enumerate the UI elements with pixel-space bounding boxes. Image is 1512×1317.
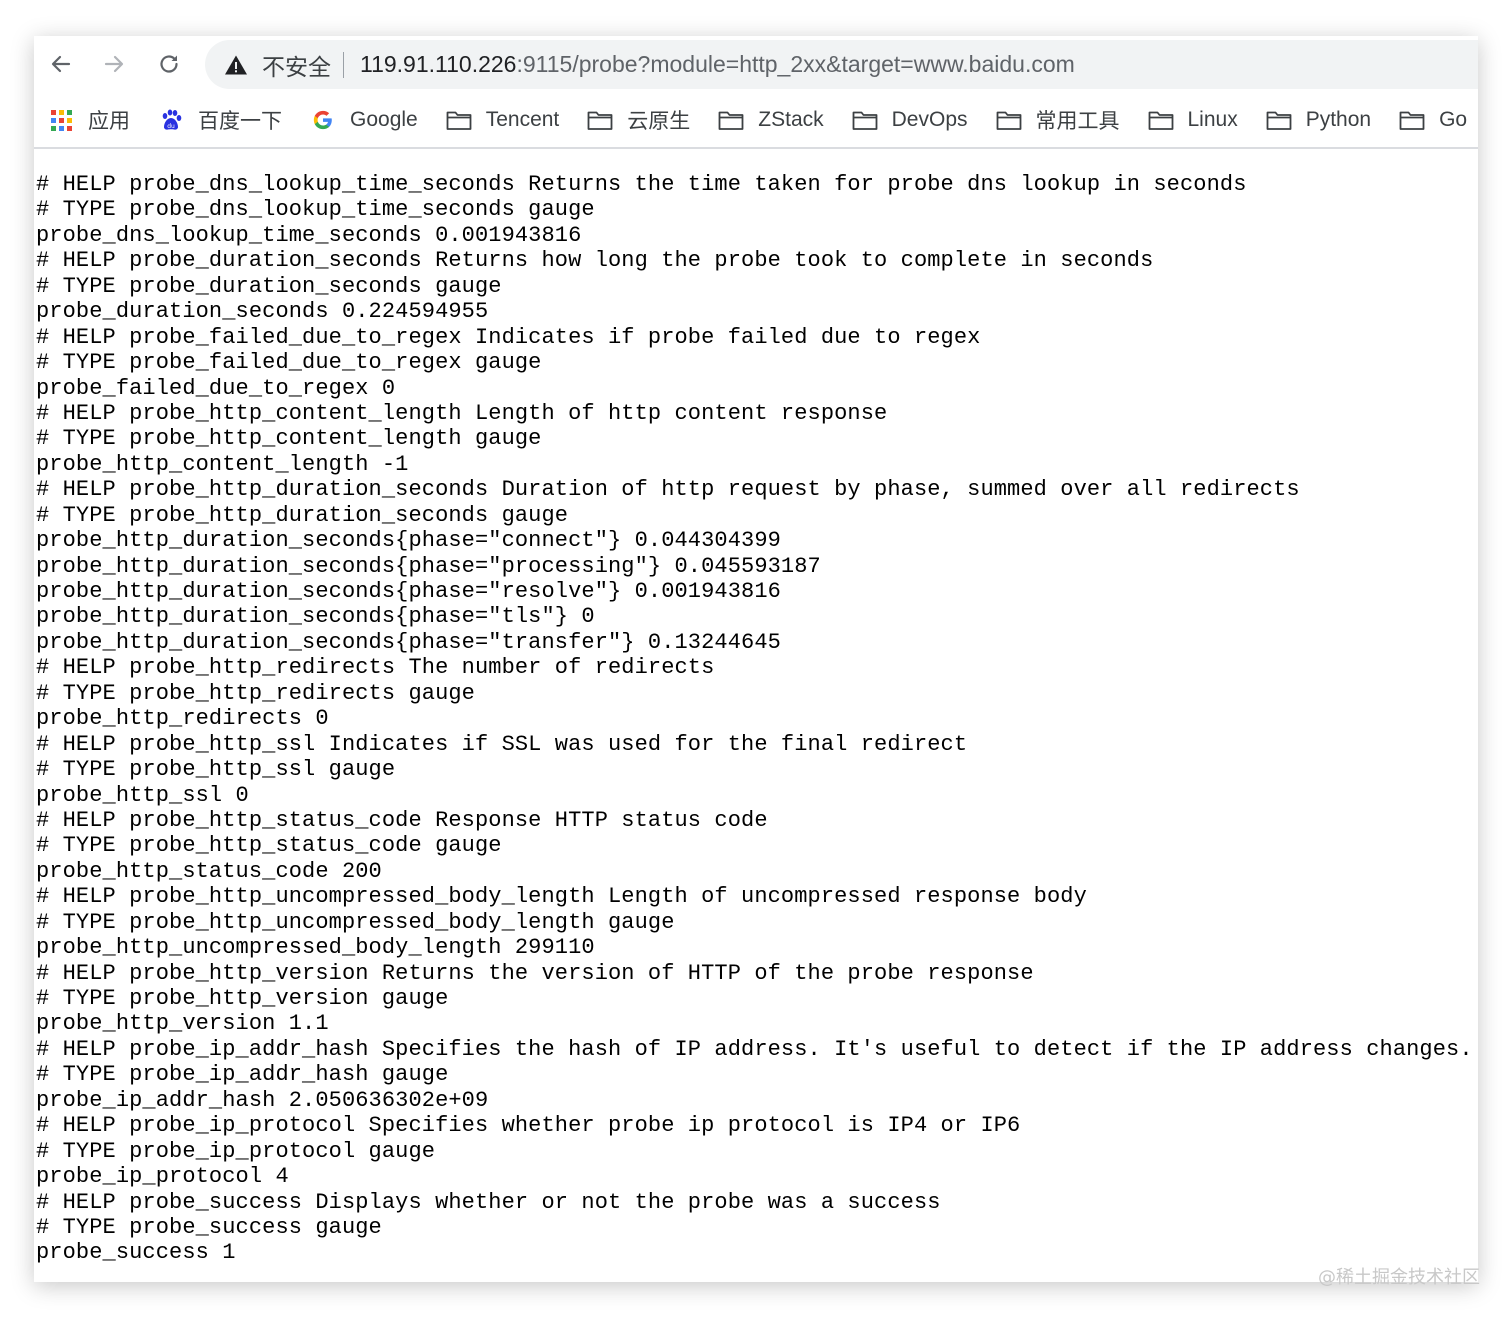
metric-line: probe_http_duration_seconds{phase="proce… — [36, 553, 821, 579]
folder-icon — [852, 109, 878, 131]
browser-window: 不安全 119.91.110.226:9115/probe?module=htt… — [34, 36, 1478, 1282]
bookmark-item[interactable]: ZStack — [704, 100, 837, 140]
warning-triangle-icon — [224, 53, 248, 77]
baidu-paw-icon: du — [158, 109, 184, 131]
bookmark-item[interactable]: Google — [296, 100, 432, 140]
back-button[interactable] — [43, 46, 79, 82]
bookmark-label: 云原生 — [627, 110, 691, 133]
metric-line: # TYPE probe_duration_seconds gauge — [36, 273, 502, 299]
metric-line: # TYPE probe_http_version gauge — [36, 986, 449, 1011]
metric-line: probe_http_content_length -1 — [36, 451, 409, 477]
metric-line: # HELP probe_http_duration_seconds Durat… — [36, 477, 1300, 503]
bookmark-label: Python — [1305, 108, 1372, 131]
bookmark-item[interactable]: DevOps — [838, 100, 982, 140]
metric-line: # TYPE probe_ip_addr_hash gauge — [36, 1062, 449, 1088]
bookmark-item[interactable]: Linux — [1134, 100, 1252, 140]
bookmark-label: ZStack — [758, 108, 824, 131]
metric-line: # HELP probe_http_uncompressed_body_leng… — [36, 884, 1087, 910]
address-bar[interactable]: 不安全 119.91.110.226:9115/probe?module=htt… — [205, 40, 1478, 89]
metric-line: probe_http_redirects 0 — [36, 706, 329, 732]
metric-line: # TYPE probe_http_ssl gauge — [36, 757, 396, 783]
reload-icon — [160, 55, 178, 73]
bookmark-item[interactable]: du 百度一下 — [144, 100, 296, 140]
folder-icon — [1399, 109, 1425, 131]
address-divider — [343, 51, 344, 78]
metric-line: # TYPE probe_http_status_code gauge — [36, 833, 502, 859]
metric-line: # TYPE probe_http_uncompressed_body_leng… — [36, 909, 675, 935]
bookmark-item[interactable]: Go — [1385, 100, 1478, 140]
metric-line: # HELP probe_http_ssl Indicates if SSL w… — [36, 731, 968, 757]
google-g-icon — [310, 109, 336, 131]
bookmark-label: Tencent — [485, 108, 560, 131]
folder-icon — [1148, 109, 1174, 131]
svg-text:du: du — [167, 123, 175, 130]
forward-button[interactable] — [96, 46, 132, 82]
metric-line: probe_failed_due_to_regex 0 — [36, 375, 396, 401]
bookmark-label: Google — [350, 108, 418, 131]
bookmark-label: 常用工具 — [1035, 110, 1120, 133]
folder-icon — [587, 109, 613, 131]
metric-line: # HELP probe_success Displays whether or… — [36, 1189, 941, 1215]
metric-line: # HELP probe_http_content_length Length … — [36, 400, 888, 426]
bookmark-label: Linux — [1187, 108, 1238, 131]
browser-toolbar: 不安全 119.91.110.226:9115/probe?module=htt… — [34, 36, 1478, 93]
bookmark-item[interactable]: 常用工具 — [982, 100, 1134, 140]
apps-grid-icon — [48, 109, 74, 131]
metric-line: # TYPE probe_http_redirects gauge — [36, 680, 475, 706]
metric-line: probe_http_duration_seconds{phase="trans… — [36, 629, 781, 655]
bookmark-label: 百度一下 — [198, 110, 282, 133]
url-host: 119.91.110.226 — [360, 51, 517, 77]
metric-line: probe_http_duration_seconds{phase="conne… — [36, 528, 781, 554]
metric-line: probe_http_version 1.1 — [36, 1011, 329, 1037]
metric-line: # HELP probe_http_version Returns the ve… — [36, 960, 1034, 986]
back-arrow-icon — [51, 55, 71, 73]
metric-line: probe_http_uncompressed_body_length 2991… — [36, 935, 595, 961]
bookmark-item[interactable]: Tencent — [432, 100, 574, 140]
forward-arrow-icon — [104, 55, 124, 73]
folder-icon — [718, 109, 744, 131]
url-text[interactable]: 119.91.110.226:9115/probe?module=http_2x… — [360, 51, 1075, 78]
metric-line: probe_ip_protocol 4 — [36, 1164, 289, 1190]
metric-line: # HELP probe_duration_seconds Returns ho… — [36, 248, 1154, 274]
reload-button[interactable] — [151, 46, 187, 82]
metric-line: # HELP probe_failed_due_to_regex Indicat… — [36, 324, 981, 350]
metric-line: # TYPE probe_success gauge — [36, 1214, 382, 1240]
bookmark-item[interactable]: 云原生 — [573, 100, 704, 140]
bookmark-item[interactable]: 应用 — [34, 100, 144, 140]
security-label[interactable]: 不安全 — [262, 48, 331, 82]
metric-line: probe_http_duration_seconds{phase="resol… — [36, 579, 781, 604]
metric-line: # HELP probe_http_status_code Response H… — [36, 807, 768, 833]
metric-line: probe_duration_seconds 0.224594955 — [36, 299, 489, 325]
watermark-text: @稀土掘金技术社区 — [1318, 1267, 1480, 1288]
folder-icon — [996, 109, 1022, 131]
metric-line: # TYPE probe_failed_due_to_regex gauge — [36, 350, 542, 376]
url-path: :9115/probe?module=http_2xx&target=www.b… — [516, 51, 1075, 77]
metric-line: probe_http_status_code 200 — [36, 858, 382, 884]
bookmarks-bar: 应用 du 百度一下 Google Tencent 云原生 ZStack DevOps 常用工具… — [34, 93, 1478, 147]
toolbar-divider — [34, 147, 1478, 149]
metric-line: # HELP probe_ip_protocol Specifies wheth… — [36, 1113, 1021, 1139]
metric-line: # HELP probe_dns_lookup_time_seconds Ret… — [36, 172, 1247, 197]
bookmark-item[interactable]: Python — [1252, 100, 1385, 140]
page-content-text: # HELP probe_dns_lookup_time_seconds Ret… — [36, 172, 1478, 1266]
metric-line: # TYPE probe_dns_lookup_time_seconds gau… — [36, 197, 595, 223]
metric-line: probe_dns_lookup_time_seconds 0.00194381… — [36, 222, 582, 248]
metric-line: probe_ip_addr_hash 2.050636302e+09 — [36, 1087, 489, 1113]
metric-line: probe_http_ssl 0 — [36, 782, 249, 808]
metric-line: # TYPE probe_http_content_length gauge — [36, 426, 542, 452]
bookmark-label: 应用 — [88, 110, 130, 133]
folder-icon — [446, 109, 472, 131]
metric-line: # HELP probe_ip_addr_hash Specifies the … — [36, 1036, 1473, 1062]
metric-line: probe_http_duration_seconds{phase="tls"}… — [36, 604, 595, 630]
bookmark-label: DevOps — [891, 108, 968, 131]
metric-line: # HELP probe_http_redirects The number o… — [36, 655, 715, 681]
metric-line: # TYPE probe_ip_protocol gauge — [36, 1138, 436, 1164]
bookmark-label: Go — [1439, 108, 1468, 131]
folder-icon — [1266, 109, 1292, 131]
metric-line: probe_success 1 — [36, 1240, 236, 1266]
metric-line: # TYPE probe_http_duration_seconds gauge — [36, 502, 569, 528]
